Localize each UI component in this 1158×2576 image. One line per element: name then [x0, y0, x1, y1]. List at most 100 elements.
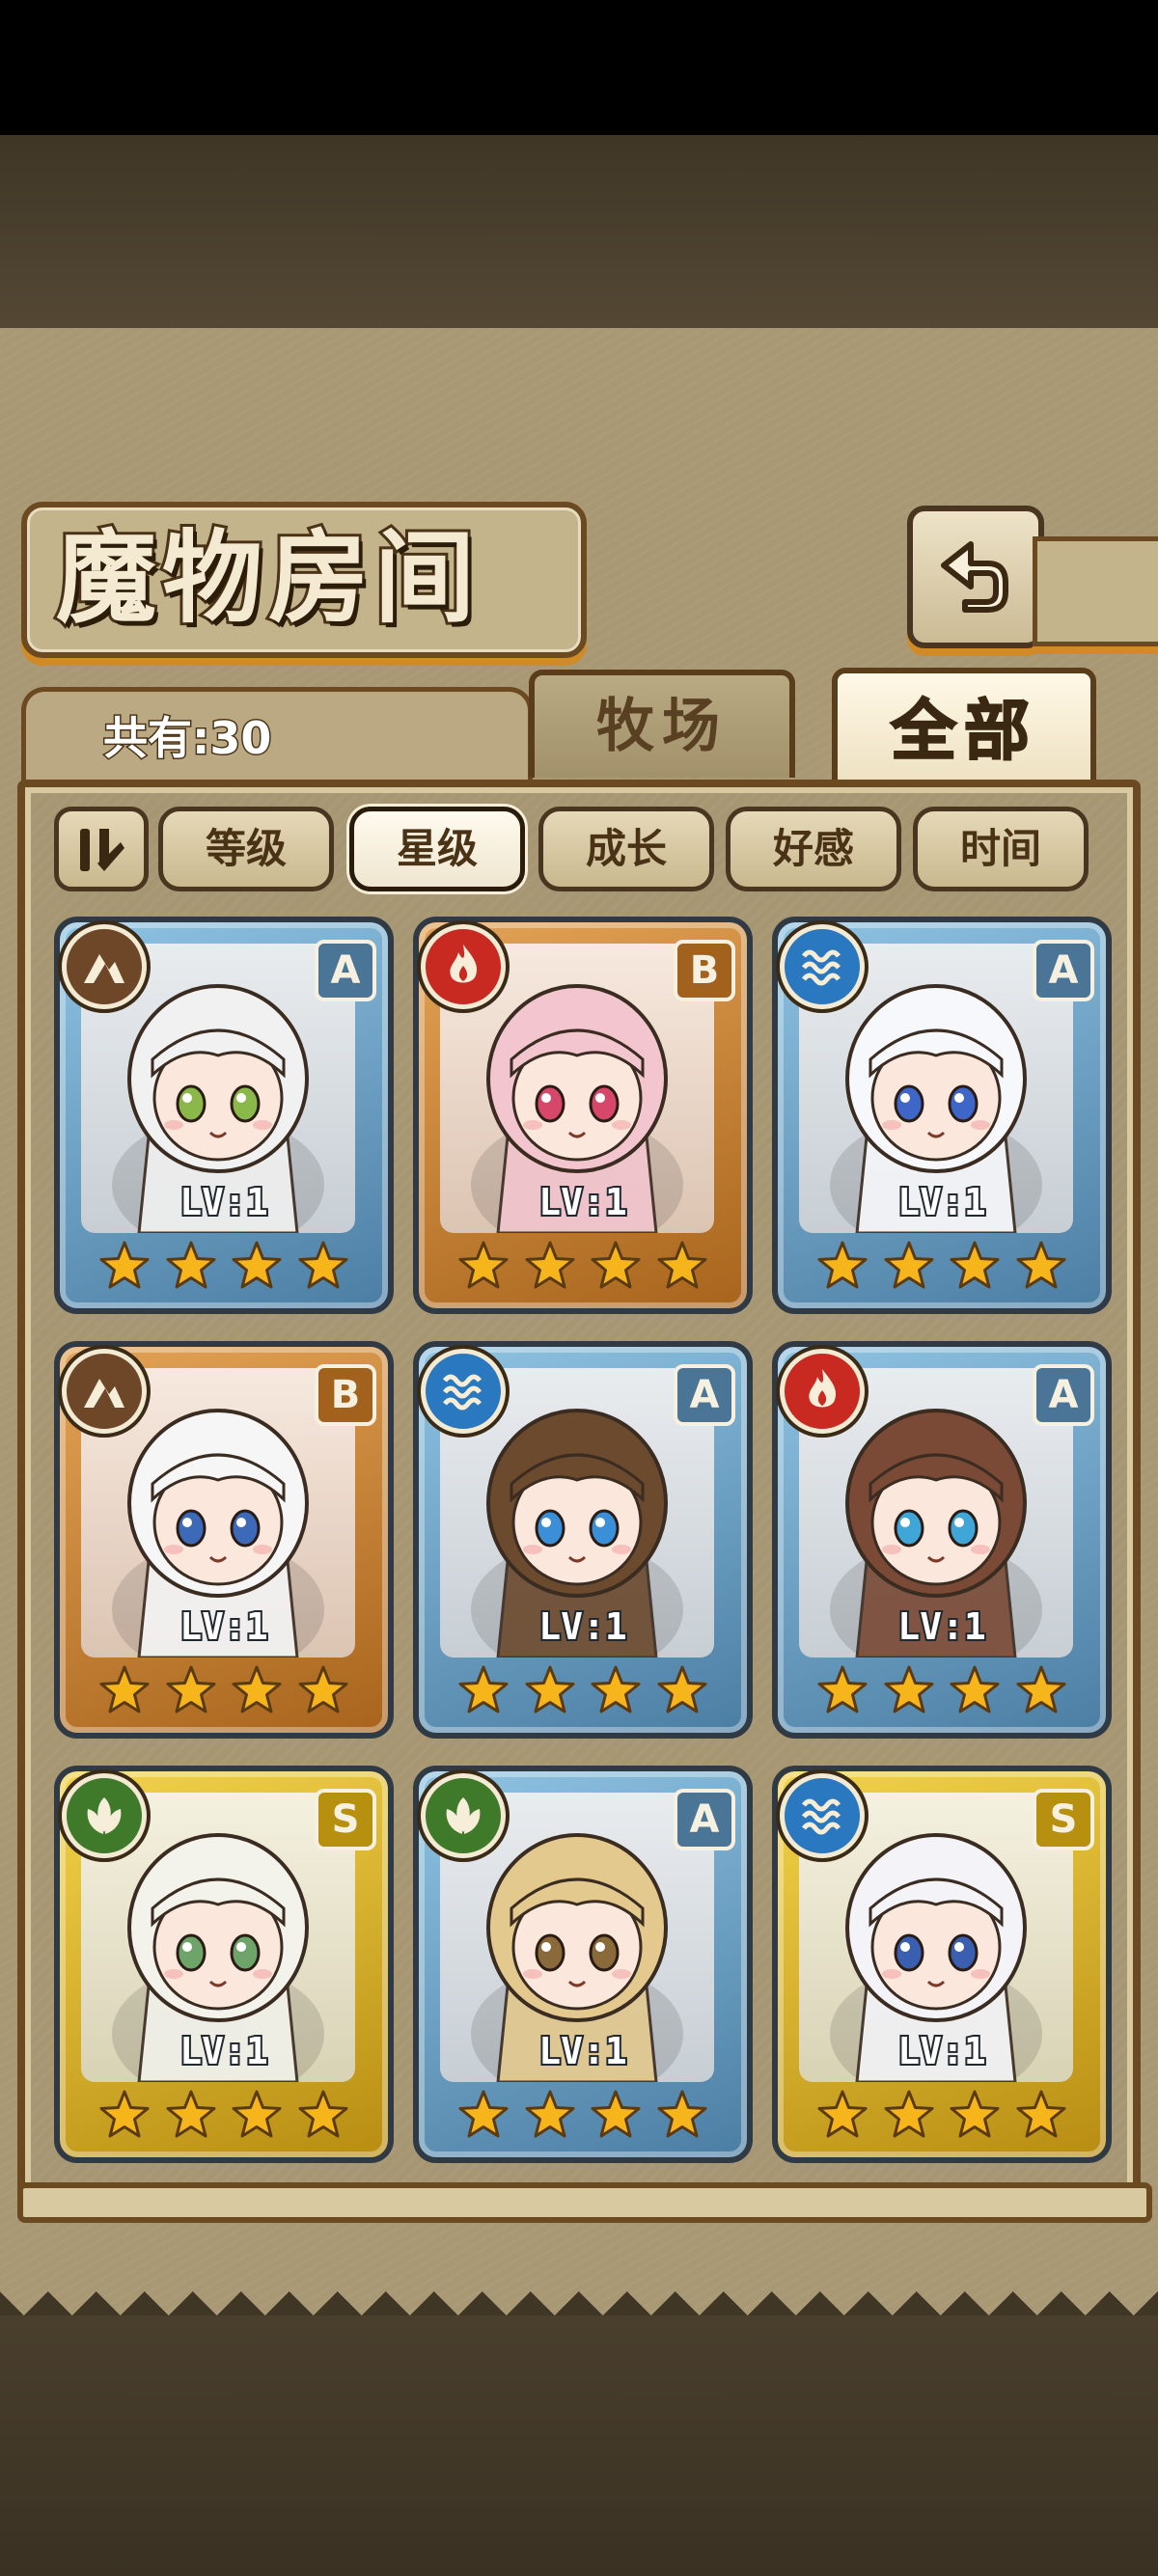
star-icon — [883, 2089, 935, 2141]
star-icon — [1015, 1664, 1067, 1716]
sort-button-3[interactable]: 好感 — [726, 807, 901, 891]
level-label: LV:1 — [896, 1179, 988, 1225]
star-icon — [165, 1240, 217, 1292]
star-icon — [297, 1240, 349, 1292]
rank-badge: A — [315, 940, 376, 1001]
header-rail — [1033, 536, 1158, 646]
star-icon — [457, 2089, 510, 2141]
star-icon — [1015, 1240, 1067, 1292]
star-icon — [231, 1664, 283, 1716]
star-rating — [457, 1237, 708, 1295]
wind-element-icon — [421, 1773, 506, 1858]
monster-card[interactable]: A LV:1 — [413, 1766, 753, 2163]
page-title: 魔物房间 — [53, 518, 482, 637]
level-label: LV:1 — [537, 1603, 629, 1650]
sort-button-2[interactable]: 成长 — [538, 807, 714, 891]
level-label: LV:1 — [537, 1179, 629, 1225]
fire-element-icon — [780, 1349, 865, 1434]
star-icon — [231, 1240, 283, 1292]
rank-badge: A — [1033, 1364, 1094, 1426]
star-icon — [165, 1664, 217, 1716]
star-rating — [816, 2086, 1067, 2144]
star-icon — [590, 1240, 642, 1292]
frame-bottom-rail — [17, 2182, 1152, 2223]
wind-element-icon — [62, 1773, 147, 1858]
star-rating — [816, 1661, 1067, 1719]
star-rating — [98, 2086, 349, 2144]
star-icon — [165, 2089, 217, 2141]
monster-card[interactable]: S LV:1 — [772, 1766, 1112, 2163]
star-icon — [590, 1664, 642, 1716]
level-label: LV:1 — [537, 2028, 629, 2074]
fire-element-icon — [421, 924, 506, 1009]
panel-bottom-edge — [0, 2267, 1158, 2316]
star-icon — [816, 2089, 868, 2141]
sort-button-1[interactable]: 星级 — [349, 807, 525, 891]
water-element-icon — [780, 1773, 865, 1858]
back-arrow-icon — [941, 541, 1008, 613]
rank-badge: S — [1033, 1789, 1094, 1850]
star-icon — [297, 2089, 349, 2141]
star-rating — [457, 2086, 708, 2144]
header-band — [0, 135, 1158, 332]
star-icon — [816, 1240, 868, 1292]
rank-badge: B — [315, 1364, 376, 1426]
star-icon — [231, 2089, 283, 2141]
monster-card[interactable]: A LV:1 — [413, 1341, 753, 1739]
rank-badge: B — [674, 940, 735, 1001]
star-icon — [297, 1664, 349, 1716]
star-icon — [524, 1664, 576, 1716]
rank-badge: A — [674, 1364, 735, 1426]
star-rating — [457, 1661, 708, 1719]
star-icon — [457, 1664, 510, 1716]
star-icon — [656, 1664, 708, 1716]
level-label: LV:1 — [178, 1179, 270, 1225]
footer-band — [0, 2316, 1158, 2576]
star-icon — [656, 2089, 708, 2141]
star-icon — [98, 2089, 151, 2141]
monster-card[interactable]: A LV:1 — [54, 917, 394, 1314]
rank-badge: A — [1033, 940, 1094, 1001]
back-button[interactable] — [907, 506, 1044, 648]
star-icon — [1015, 2089, 1067, 2141]
earth-element-icon — [62, 1349, 147, 1434]
star-icon — [949, 2089, 1001, 2141]
star-icon — [949, 1240, 1001, 1292]
level-label: LV:1 — [896, 1603, 988, 1650]
level-label: LV:1 — [178, 2028, 270, 2074]
star-icon — [656, 1240, 708, 1292]
title-plate: 魔物房间 — [21, 502, 587, 658]
monster-card[interactable]: S LV:1 — [54, 1766, 394, 2163]
sort-order-icon — [80, 829, 124, 871]
monster-card[interactable]: B LV:1 — [413, 917, 753, 1314]
owned-count: 共有:30 — [101, 711, 272, 766]
star-rating — [816, 1237, 1067, 1295]
monster-card[interactable]: A LV:1 — [772, 1341, 1112, 1739]
monster-card[interactable]: A LV:1 — [772, 917, 1112, 1314]
star-rating — [98, 1237, 349, 1295]
star-icon — [816, 1664, 868, 1716]
star-icon — [590, 2089, 642, 2141]
star-icon — [98, 1240, 151, 1292]
star-icon — [883, 1240, 935, 1292]
tab-all[interactable]: 全部 — [832, 668, 1096, 789]
star-icon — [883, 1664, 935, 1716]
owned-count-tab: 共有:30 — [21, 687, 533, 781]
level-label: LV:1 — [896, 2028, 988, 2074]
monster-card[interactable]: B LV:1 — [54, 1341, 394, 1739]
rank-badge: A — [674, 1789, 735, 1850]
water-element-icon — [780, 924, 865, 1009]
earth-element-icon — [62, 924, 147, 1009]
sort-order-toggle[interactable] — [54, 807, 149, 891]
sort-button-0[interactable]: 等级 — [158, 807, 334, 891]
star-rating — [98, 1661, 349, 1719]
tab-ranch[interactable]: 牧场 — [529, 670, 795, 778]
star-icon — [457, 1240, 510, 1292]
sort-button-4[interactable]: 时间 — [913, 807, 1089, 891]
water-element-icon — [421, 1349, 506, 1434]
star-icon — [524, 2089, 576, 2141]
star-icon — [524, 1240, 576, 1292]
rank-badge: S — [315, 1789, 376, 1850]
star-icon — [98, 1664, 151, 1716]
level-label: LV:1 — [178, 1603, 270, 1650]
